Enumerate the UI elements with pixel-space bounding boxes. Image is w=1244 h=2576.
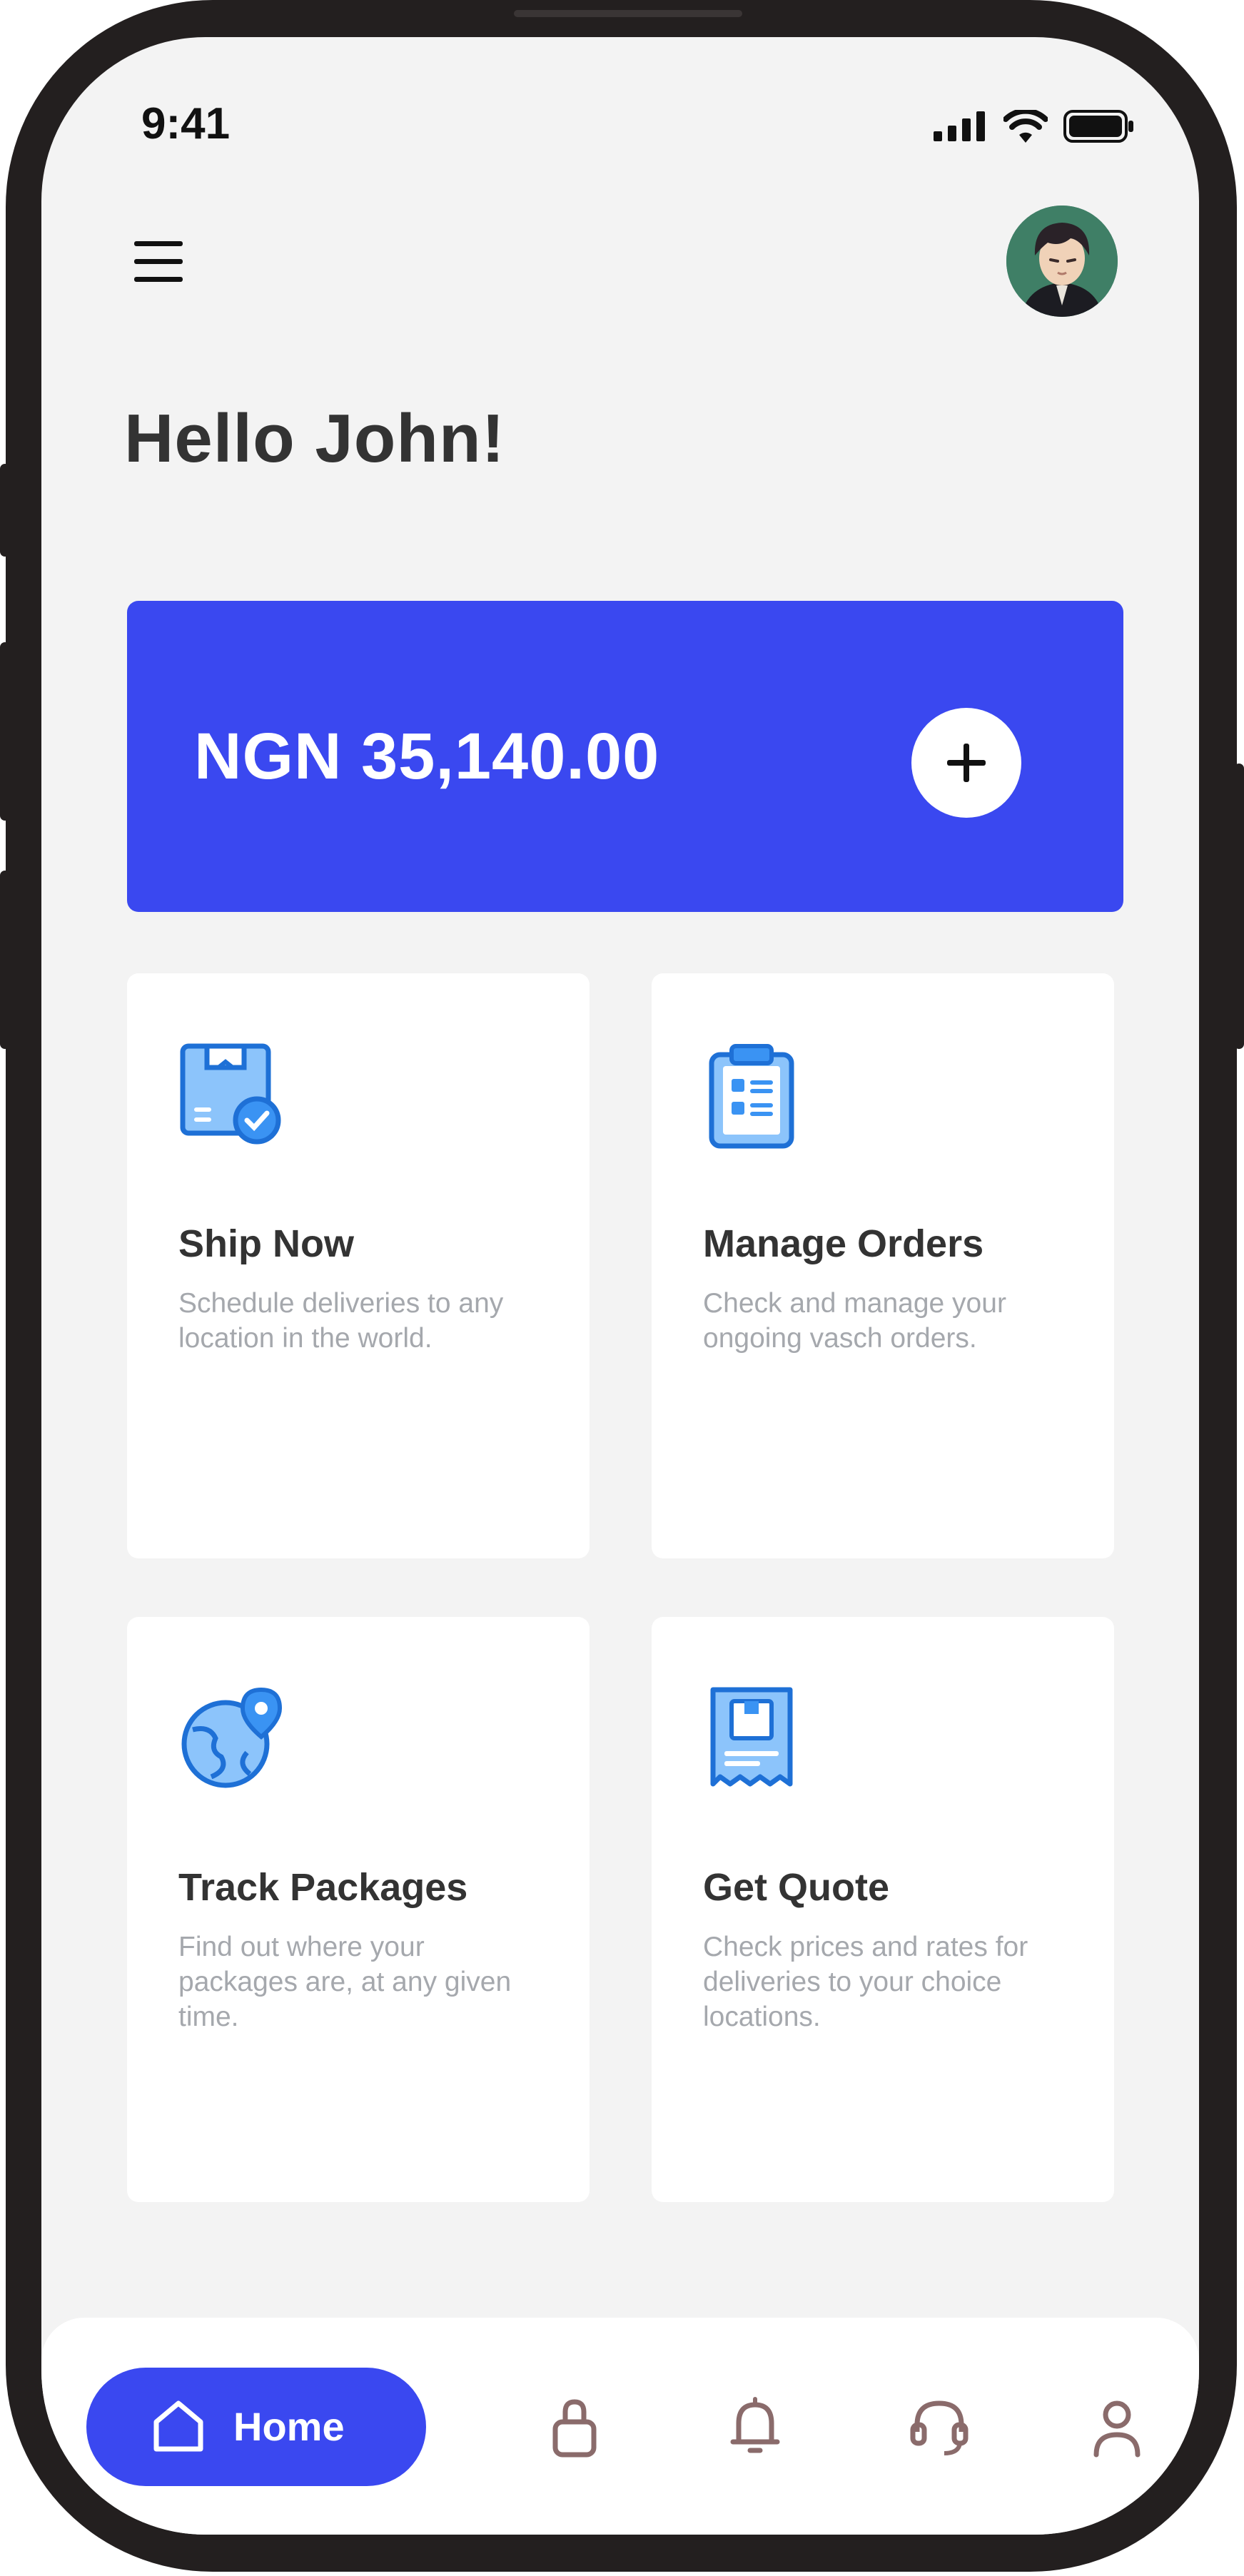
volume-down-button (0, 871, 10, 1049)
cellular-signal-icon (934, 111, 985, 141)
battery-icon (1063, 110, 1133, 143)
tile-title: Ship Now (178, 1222, 354, 1265)
tile-description: Find out where your packages are, at any… (178, 1932, 512, 2032)
bottom-navigation: Home (41, 2318, 1199, 2535)
app-screen: 9:41 Hello John! NGN 35,140.00 Ship Now … (41, 37, 1199, 2535)
greeting-title: Hello John! (124, 400, 505, 477)
nav-home-label: Home (233, 2404, 345, 2449)
wallet-balance-card: NGN 35,140.00 (127, 601, 1123, 912)
user-icon[interactable] (1085, 2395, 1149, 2459)
get-quote-card[interactable]: Get Quote Check prices and rates for del… (652, 1617, 1114, 2202)
ship-now-card[interactable]: Ship Now Schedule deliveries to any loca… (127, 973, 590, 1558)
volume-up-button (0, 642, 10, 821)
clipboard-list-icon (703, 1042, 810, 1149)
wallet-balance: NGN 35,140.00 (194, 720, 660, 793)
status-icons (934, 110, 1135, 143)
headset-icon[interactable] (907, 2395, 971, 2459)
manage-orders-card[interactable]: Manage Orders Check and manage your ongo… (652, 973, 1114, 1558)
tile-title: Get Quote (703, 1866, 890, 1909)
tile-title: Track Packages (178, 1866, 468, 1909)
track-packages-card[interactable]: Track Packages Find out where your packa… (127, 1617, 590, 2202)
avatar[interactable] (1006, 206, 1118, 317)
bell-icon[interactable] (723, 2395, 787, 2459)
tile-description: Check prices and rates for deliveries to… (703, 1932, 1028, 2032)
speaker-grille (514, 10, 742, 17)
status-time: 9:41 (141, 99, 231, 148)
home-icon (151, 2398, 206, 2453)
hamburger-menu-icon[interactable] (134, 238, 183, 285)
add-funds-button[interactable] (911, 708, 1021, 818)
shopping-bag-icon[interactable] (542, 2395, 607, 2459)
tile-description: Schedule deliveries to any location in t… (178, 1288, 504, 1354)
package-check-icon (178, 1042, 285, 1149)
tile-description: Check and manage your ongoing vasch orde… (703, 1288, 1006, 1354)
power-button (1234, 764, 1244, 1049)
wifi-icon (1003, 110, 1048, 143)
receipt-icon (703, 1685, 810, 1792)
tile-title: Manage Orders (703, 1222, 984, 1265)
mute-switch (0, 464, 10, 557)
plus-icon (943, 739, 990, 786)
nav-home-button[interactable]: Home (86, 2368, 426, 2486)
globe-pin-icon (178, 1685, 285, 1792)
